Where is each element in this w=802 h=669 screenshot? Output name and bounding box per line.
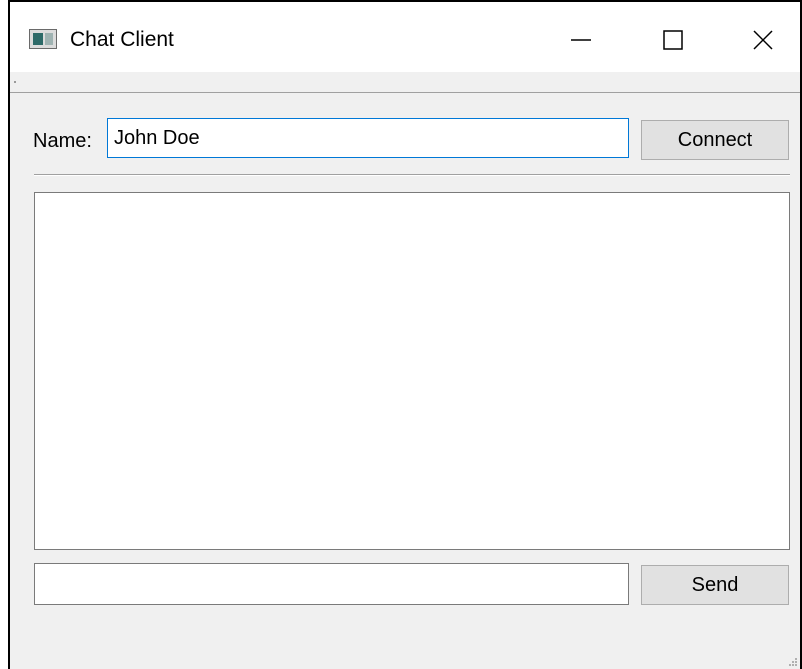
maximize-icon — [663, 30, 683, 50]
connect-button[interactable]: Connect — [641, 120, 789, 160]
message-input[interactable] — [34, 563, 629, 605]
close-button[interactable] — [739, 16, 787, 64]
toolbar-grip-icon[interactable] — [14, 81, 16, 83]
separator — [34, 174, 790, 176]
chat-client-window: Chat Client Name: Connect Send — [8, 0, 802, 669]
name-input[interactable] — [107, 118, 629, 158]
window-title: Chat Client — [70, 28, 174, 51]
send-button[interactable]: Send — [641, 565, 789, 605]
minimize-icon — [571, 39, 591, 41]
chat-messages-area[interactable] — [34, 192, 790, 550]
name-label: Name: — [33, 130, 92, 152]
title-bar[interactable]: Chat Client — [10, 2, 800, 72]
toolbar-strip — [10, 72, 800, 93]
minimize-button[interactable] — [557, 16, 605, 64]
app-window-icon — [29, 29, 57, 49]
close-icon — [753, 30, 773, 50]
maximize-button[interactable] — [649, 16, 697, 64]
resize-grip-icon[interactable] — [786, 655, 798, 667]
